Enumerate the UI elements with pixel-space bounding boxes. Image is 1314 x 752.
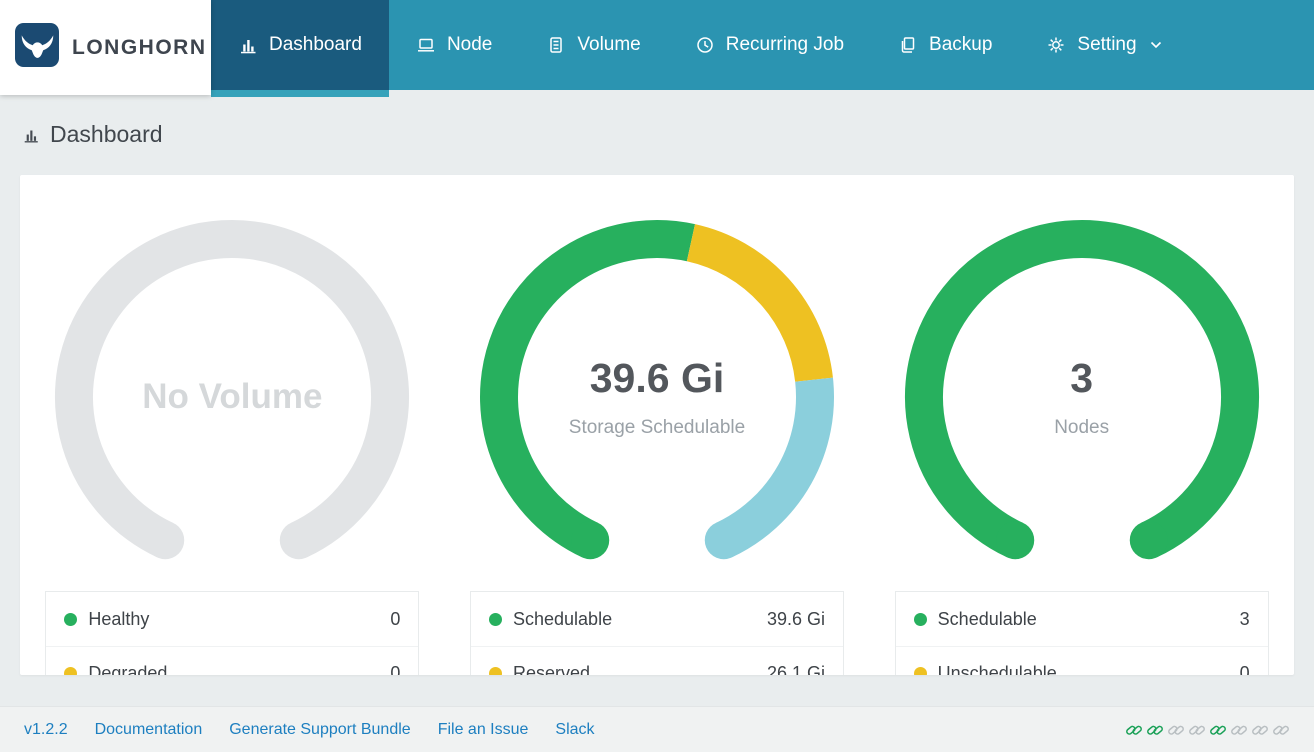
footer-link-generate-support-bundle[interactable]: Generate Support Bundle <box>229 721 410 739</box>
nav-label: Backup <box>929 34 993 55</box>
nav-item-node[interactable]: Node <box>389 0 519 90</box>
legend-row-degraded: Degraded 0 <box>46 646 419 675</box>
legend-label: Healthy <box>88 608 150 629</box>
gauge-endcap <box>280 521 319 560</box>
legend-row-healthy: Healthy 0 <box>46 592 418 646</box>
gauge-endcap <box>704 521 743 560</box>
gauge-segment <box>55 220 410 558</box>
nav-label: Setting <box>1077 34 1137 55</box>
legend-row-schedulable: Schedulable 3 <box>896 592 1268 646</box>
legend-label: Degraded <box>88 663 168 675</box>
legend-value: 26.1 Gi <box>766 663 825 675</box>
legend-label: Schedulable <box>937 608 1037 629</box>
gauge-chart <box>480 220 834 560</box>
chain-link-icon[interactable] <box>1251 721 1269 739</box>
chain-link-icon[interactable] <box>1188 721 1206 739</box>
page-title: Dashboard <box>50 121 163 147</box>
legend-row-reserved: Reserved 26.1 Gi <box>471 646 843 675</box>
gauge-legend: Schedulable 39.6 Gi Reserved 26.1 Gi <box>470 591 844 675</box>
footer: v1.2.2 Documentation Generate Support Bu… <box>0 706 1314 752</box>
legend-dot <box>64 667 78 675</box>
legend-row-unschedulable: Unschedulable 0 <box>895 646 1268 675</box>
footer-link-file-an-issue[interactable]: File an Issue <box>438 721 529 739</box>
nav-item-setting[interactable]: Setting <box>1019 0 1188 90</box>
legend-value: 3 <box>1239 608 1250 629</box>
dashboard-page-icon <box>22 126 40 144</box>
chain-link-icon[interactable] <box>1230 721 1248 739</box>
chain-link-icon[interactable] <box>1272 721 1290 739</box>
backup-icon <box>898 35 918 55</box>
volume-icon <box>546 35 566 55</box>
gauge-segment <box>480 220 695 558</box>
gauge-segment <box>715 377 834 558</box>
footer-links: v1.2.2 Documentation Generate Support Bu… <box>24 721 595 739</box>
nav-label: Volume <box>577 34 641 55</box>
footer-link-slack[interactable]: Slack <box>555 721 594 739</box>
legend-value: 39.6 Gi <box>766 608 825 629</box>
setting-icon <box>1046 35 1066 55</box>
legend-label: Reserved <box>513 663 591 675</box>
gauge-panel-2: 3 Nodes Schedulable 3 Unschedulable 0 <box>869 175 1294 675</box>
chevron-down-icon <box>1150 41 1162 49</box>
footer-link-icons <box>1125 721 1290 739</box>
longhorn-logo-icon <box>15 23 59 72</box>
gauge-legend: Healthy 0 Degraded 0 <box>45 591 420 675</box>
chain-link-icon[interactable] <box>1125 721 1143 739</box>
version-label: v1.2.2 <box>24 720 68 738</box>
gauge-panel-1: 39.6 Gi Storage Schedulable Schedulable 39.… <box>445 175 870 675</box>
gauge-endcap <box>1129 521 1168 560</box>
chain-link-icon[interactable] <box>1167 721 1185 739</box>
brand-name: LONGHORN <box>72 35 207 59</box>
legend-dot <box>489 667 502 675</box>
nav-item-dashboard[interactable]: Dashboard <box>211 0 389 97</box>
legend-value: 0 <box>1239 663 1250 675</box>
nav-label: Node <box>446 34 493 55</box>
gauge-endcap <box>995 521 1034 560</box>
nav-label: Dashboard <box>269 34 362 55</box>
chain-link-icon[interactable] <box>1209 721 1227 739</box>
legend-value: 0 <box>390 663 401 675</box>
page-title-row: Dashboard <box>22 121 163 148</box>
legend-label: Unschedulable <box>937 663 1057 675</box>
legend-value: 0 <box>390 608 401 629</box>
legend-dot <box>913 667 927 675</box>
nav-item-recurring-job[interactable]: Recurring Job <box>668 0 871 90</box>
legend-dot <box>489 612 502 626</box>
gauge-segment <box>686 224 833 383</box>
gauge-legend: Schedulable 3 Unschedulable 0 <box>894 591 1269 675</box>
gauge-chart <box>55 220 410 560</box>
gauge-chart <box>904 220 1259 560</box>
dashboard-card: No Volume Healthy 0 Degraded 0 39.6 Gi Storage… <box>20 175 1294 675</box>
gauge-endcap <box>571 521 610 560</box>
chain-link-icon[interactable] <box>1146 721 1164 739</box>
legend-dot <box>64 612 78 626</box>
nav-item-volume[interactable]: Volume <box>519 0 667 90</box>
gauge-segment <box>904 220 1259 558</box>
legend-row-schedulable: Schedulable 39.6 Gi <box>471 592 843 646</box>
gauge-endcap <box>146 521 185 560</box>
legend-label: Schedulable <box>513 608 613 629</box>
nav-label: Recurring Job <box>725 34 845 55</box>
dashboard-icon <box>238 35 258 55</box>
gauge-panel-0: No Volume Healthy 0 Degraded 0 <box>20 175 445 675</box>
recurring-job-icon <box>695 35 715 55</box>
node-icon <box>416 35 436 55</box>
main-nav: Dashboard Node Volume Recurring Job Back… <box>211 0 1189 97</box>
footer-link-documentation[interactable]: Documentation <box>95 721 203 739</box>
logo-box[interactable]: LONGHORN <box>0 0 211 95</box>
legend-dot <box>913 612 927 626</box>
nav-item-backup[interactable]: Backup <box>871 0 1019 90</box>
